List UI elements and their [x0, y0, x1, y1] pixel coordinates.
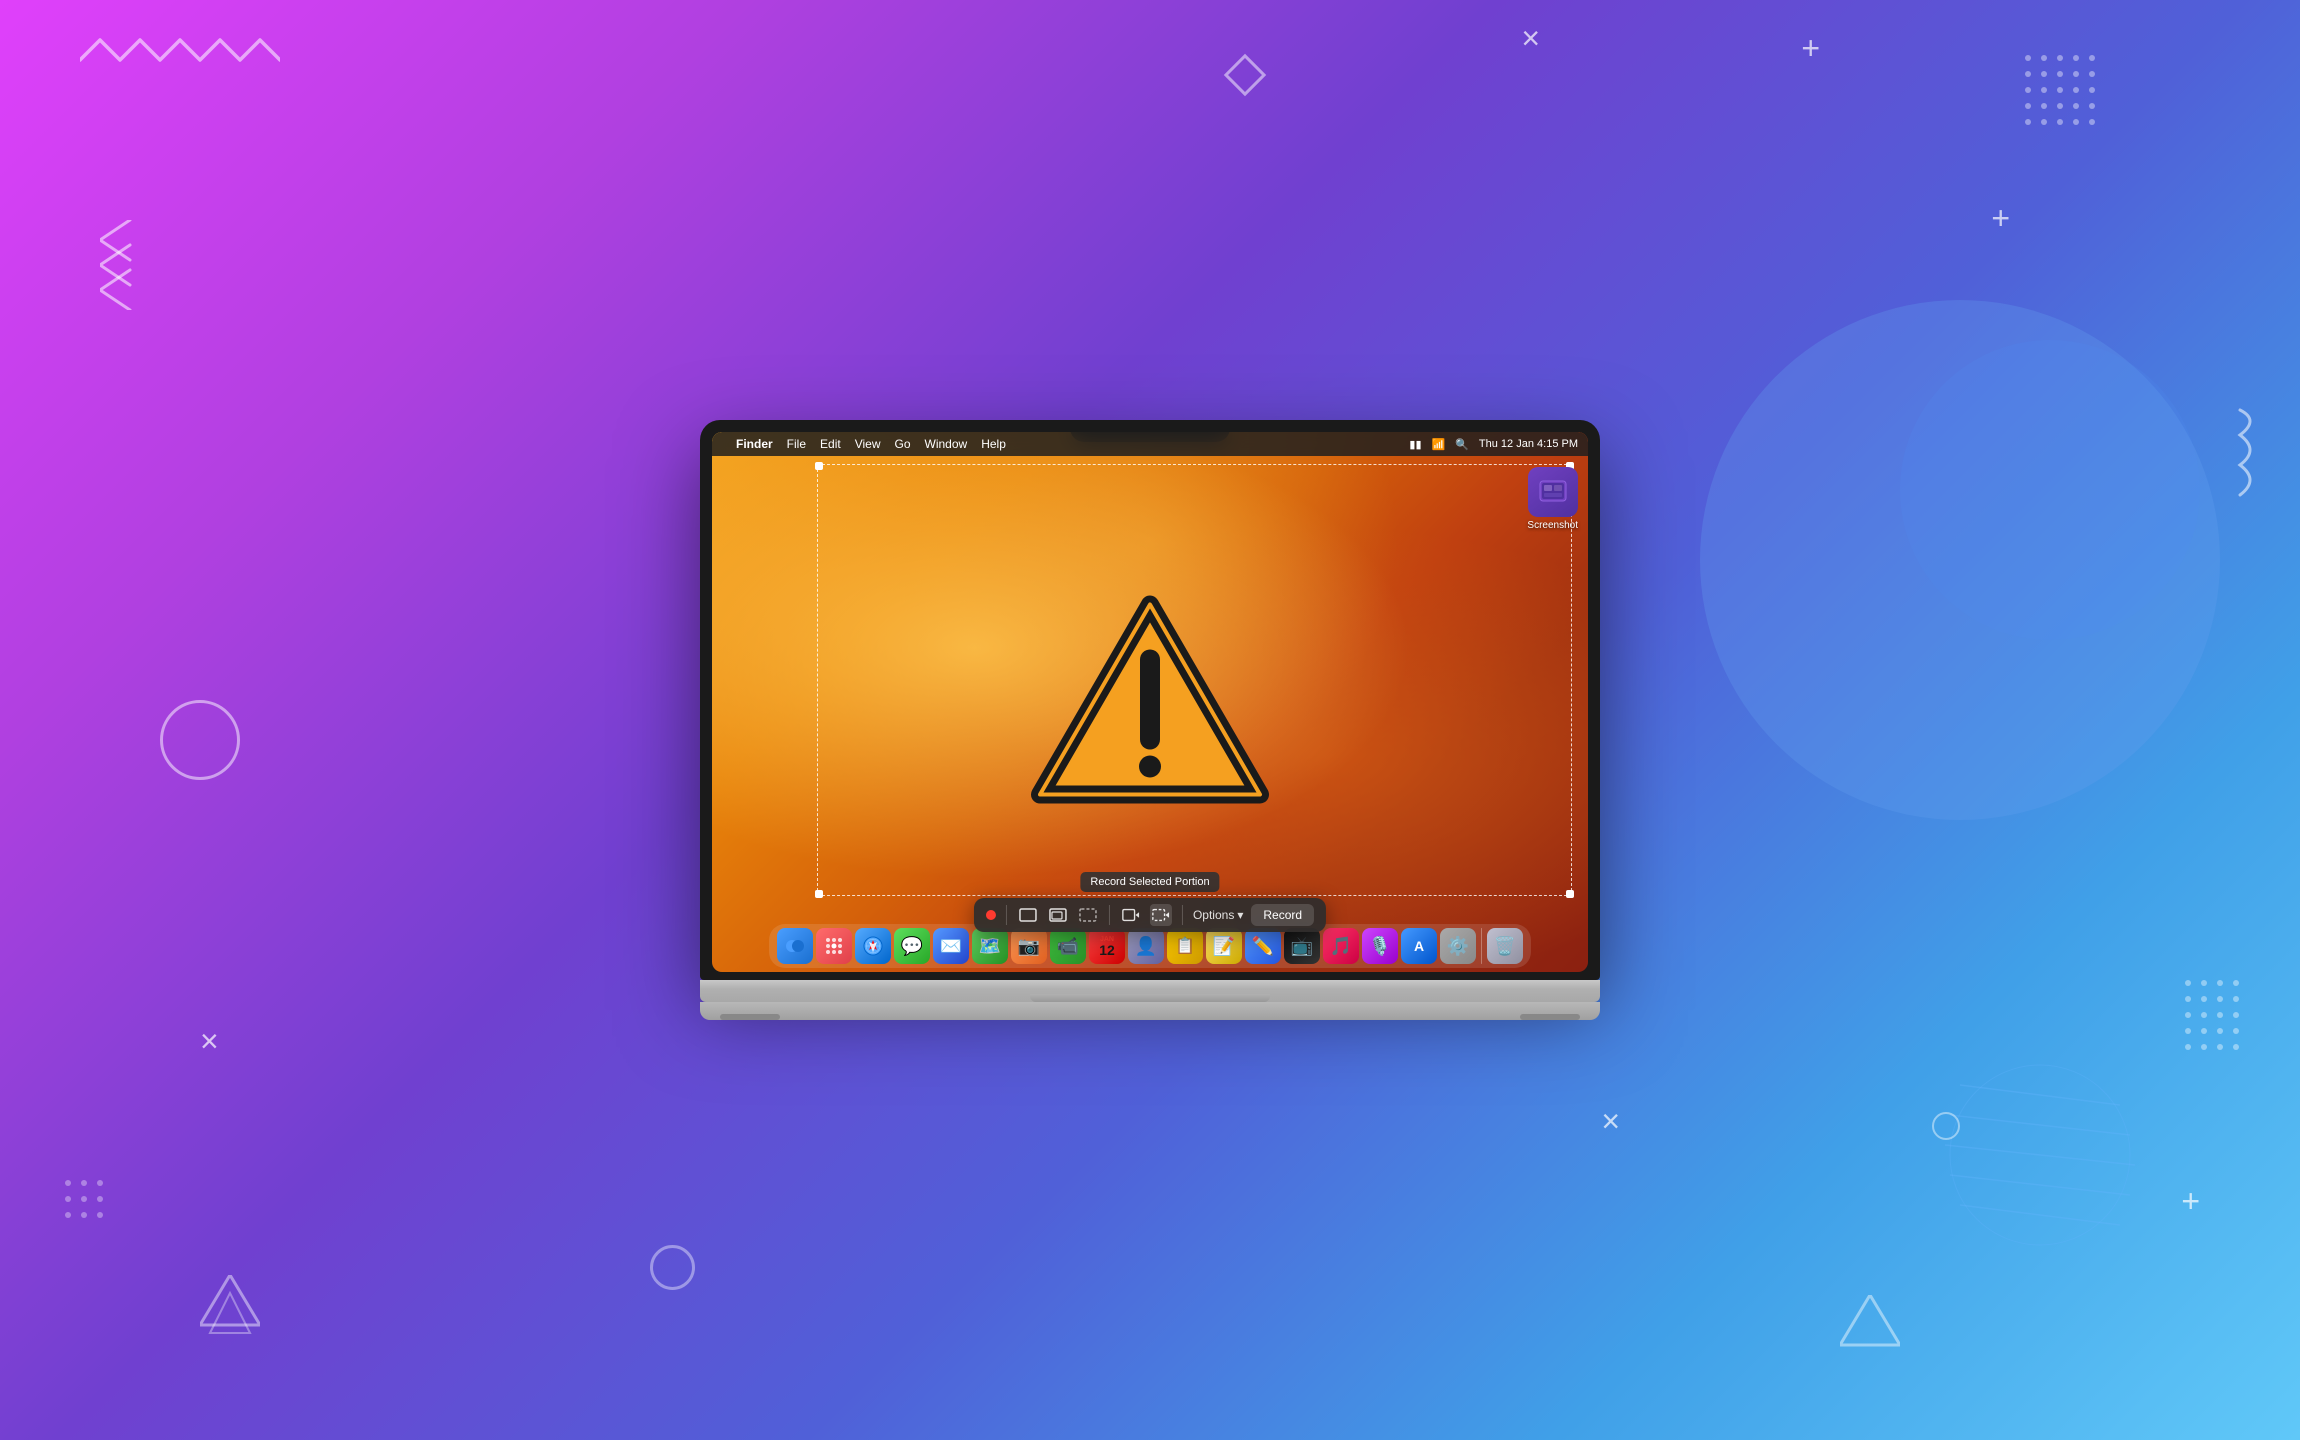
macbook-screen-outer: Finder File Edit View Go Window Help ▮▮ … — [700, 420, 1600, 980]
dock-contacts[interactable]: 👤 — [1128, 928, 1164, 964]
record-dot-icon[interactable] — [986, 910, 996, 920]
macos-desktop: Finder File Edit View Go Window Help ▮▮ … — [712, 432, 1588, 972]
toolbar-screenshot-portion[interactable] — [1077, 904, 1099, 926]
menubar-finder[interactable]: Finder — [736, 437, 773, 451]
macbook-bottom-chassis — [700, 980, 1600, 1002]
cross-icon-left: × — [200, 1023, 219, 1060]
macbook-foot-right — [1520, 1014, 1580, 1020]
dock-system-settings[interactable]: ⚙️ — [1440, 928, 1476, 964]
macbook: Finder File Edit View Go Window Help ▮▮ … — [700, 420, 1600, 1020]
toolbar-separator-3 — [1182, 905, 1183, 925]
cross-icon-bottom: × — [1601, 1103, 1620, 1140]
triangles-bottom-left — [200, 1275, 260, 1340]
menubar-left: Finder File Edit View Go Window Help — [722, 437, 1395, 451]
plus-icon-bottom-right: + — [2181, 1183, 2200, 1220]
screenshot-toolbar[interactable]: Options ▾ Record — [974, 898, 1326, 932]
dock-safari[interactable] — [855, 928, 891, 964]
macbook-foot-left — [720, 1014, 780, 1020]
cross-icon-top: × — [1521, 20, 1540, 57]
menubar-go[interactable]: Go — [895, 437, 911, 451]
dock-trash[interactable]: 🗑️ — [1487, 928, 1523, 964]
circle-dot-br — [1932, 1112, 1960, 1140]
menubar-wifi: 📶 — [1432, 438, 1446, 451]
dock-messages[interactable]: 💬 — [894, 928, 930, 964]
macbook-base — [700, 1002, 1600, 1020]
macbook-hinge — [1030, 994, 1270, 1002]
dock-calendar[interactable]: JAN 12 — [1089, 928, 1125, 964]
menubar-edit[interactable]: Edit — [820, 437, 841, 451]
toolbar-screenshot-window[interactable] — [1047, 904, 1069, 926]
warning-triangle-icon — [1030, 595, 1270, 810]
wavy-lines-right — [2230, 400, 2280, 505]
dock-notes[interactable]: 📝 — [1206, 928, 1242, 964]
toolbar-record-full[interactable] — [1120, 904, 1142, 926]
plus-icon-mid-right: + — [1991, 200, 2010, 237]
toolbar-separator-2 — [1109, 905, 1110, 925]
menubar-search[interactable]: 🔍 — [1455, 438, 1469, 451]
desktop-icon-label: Screenshot — [1527, 520, 1578, 531]
dock-launchpad[interactable] — [816, 928, 852, 964]
dock-appletv[interactable]: 📺 — [1284, 928, 1320, 964]
menubar-right: ▮▮ 📶 🔍 Thu 12 Jan 4:15 PM — [1409, 438, 1578, 451]
dock-finder[interactable] — [777, 928, 813, 964]
toolbar-screenshot-full[interactable] — [1017, 904, 1039, 926]
dock-appstore[interactable]: A — [1401, 928, 1437, 964]
toolbar-record-button[interactable]: Record — [1251, 904, 1314, 926]
dock-photos[interactable]: 📷 — [1011, 928, 1047, 964]
circle-outline-bottom — [650, 1245, 695, 1290]
menubar-help[interactable]: Help — [981, 437, 1006, 451]
dock-facetime[interactable]: 📹 — [1050, 928, 1086, 964]
menubar-datetime: Thu 12 Jan 4:15 PM — [1479, 438, 1578, 450]
dock-music[interactable]: 🎵 — [1323, 928, 1359, 964]
toolbar-separator-1 — [1006, 905, 1007, 925]
plus-icon-top-right: + — [1801, 30, 1820, 67]
toolbar-options-button[interactable]: Options ▾ — [1193, 908, 1243, 922]
macbook-screen: Finder File Edit View Go Window Help ▮▮ … — [712, 432, 1588, 972]
dock-maps[interactable]: 🗺️ — [972, 928, 1008, 964]
toolbar-record-portion[interactable] — [1150, 904, 1172, 926]
dock-podcasts[interactable]: 🎙️ — [1362, 928, 1398, 964]
dock-mail[interactable]: ✉️ — [933, 928, 969, 964]
desktop-icon-image — [1528, 467, 1578, 517]
tooltip-record-selected: Record Selected Portion — [1080, 872, 1219, 892]
dock-reminders[interactable]: 📋 — [1167, 928, 1203, 964]
menubar-file[interactable]: File — [787, 437, 806, 451]
menubar: Finder File Edit View Go Window Help ▮▮ … — [712, 432, 1588, 456]
menubar-window[interactable]: Window — [925, 437, 968, 451]
dock-separator — [1481, 928, 1482, 964]
triangles-bottom-right — [1840, 1295, 1900, 1360]
diamond-icon — [1224, 54, 1266, 96]
desktop-icon-screenshots[interactable]: Screenshot — [1527, 467, 1578, 531]
circle-outline-left — [160, 700, 240, 780]
menubar-battery: ▮▮ — [1409, 438, 1421, 451]
macbook-feet — [700, 1014, 1600, 1020]
dock-freeform[interactable]: ✏️ — [1245, 928, 1281, 964]
menubar-view[interactable]: View — [855, 437, 881, 451]
